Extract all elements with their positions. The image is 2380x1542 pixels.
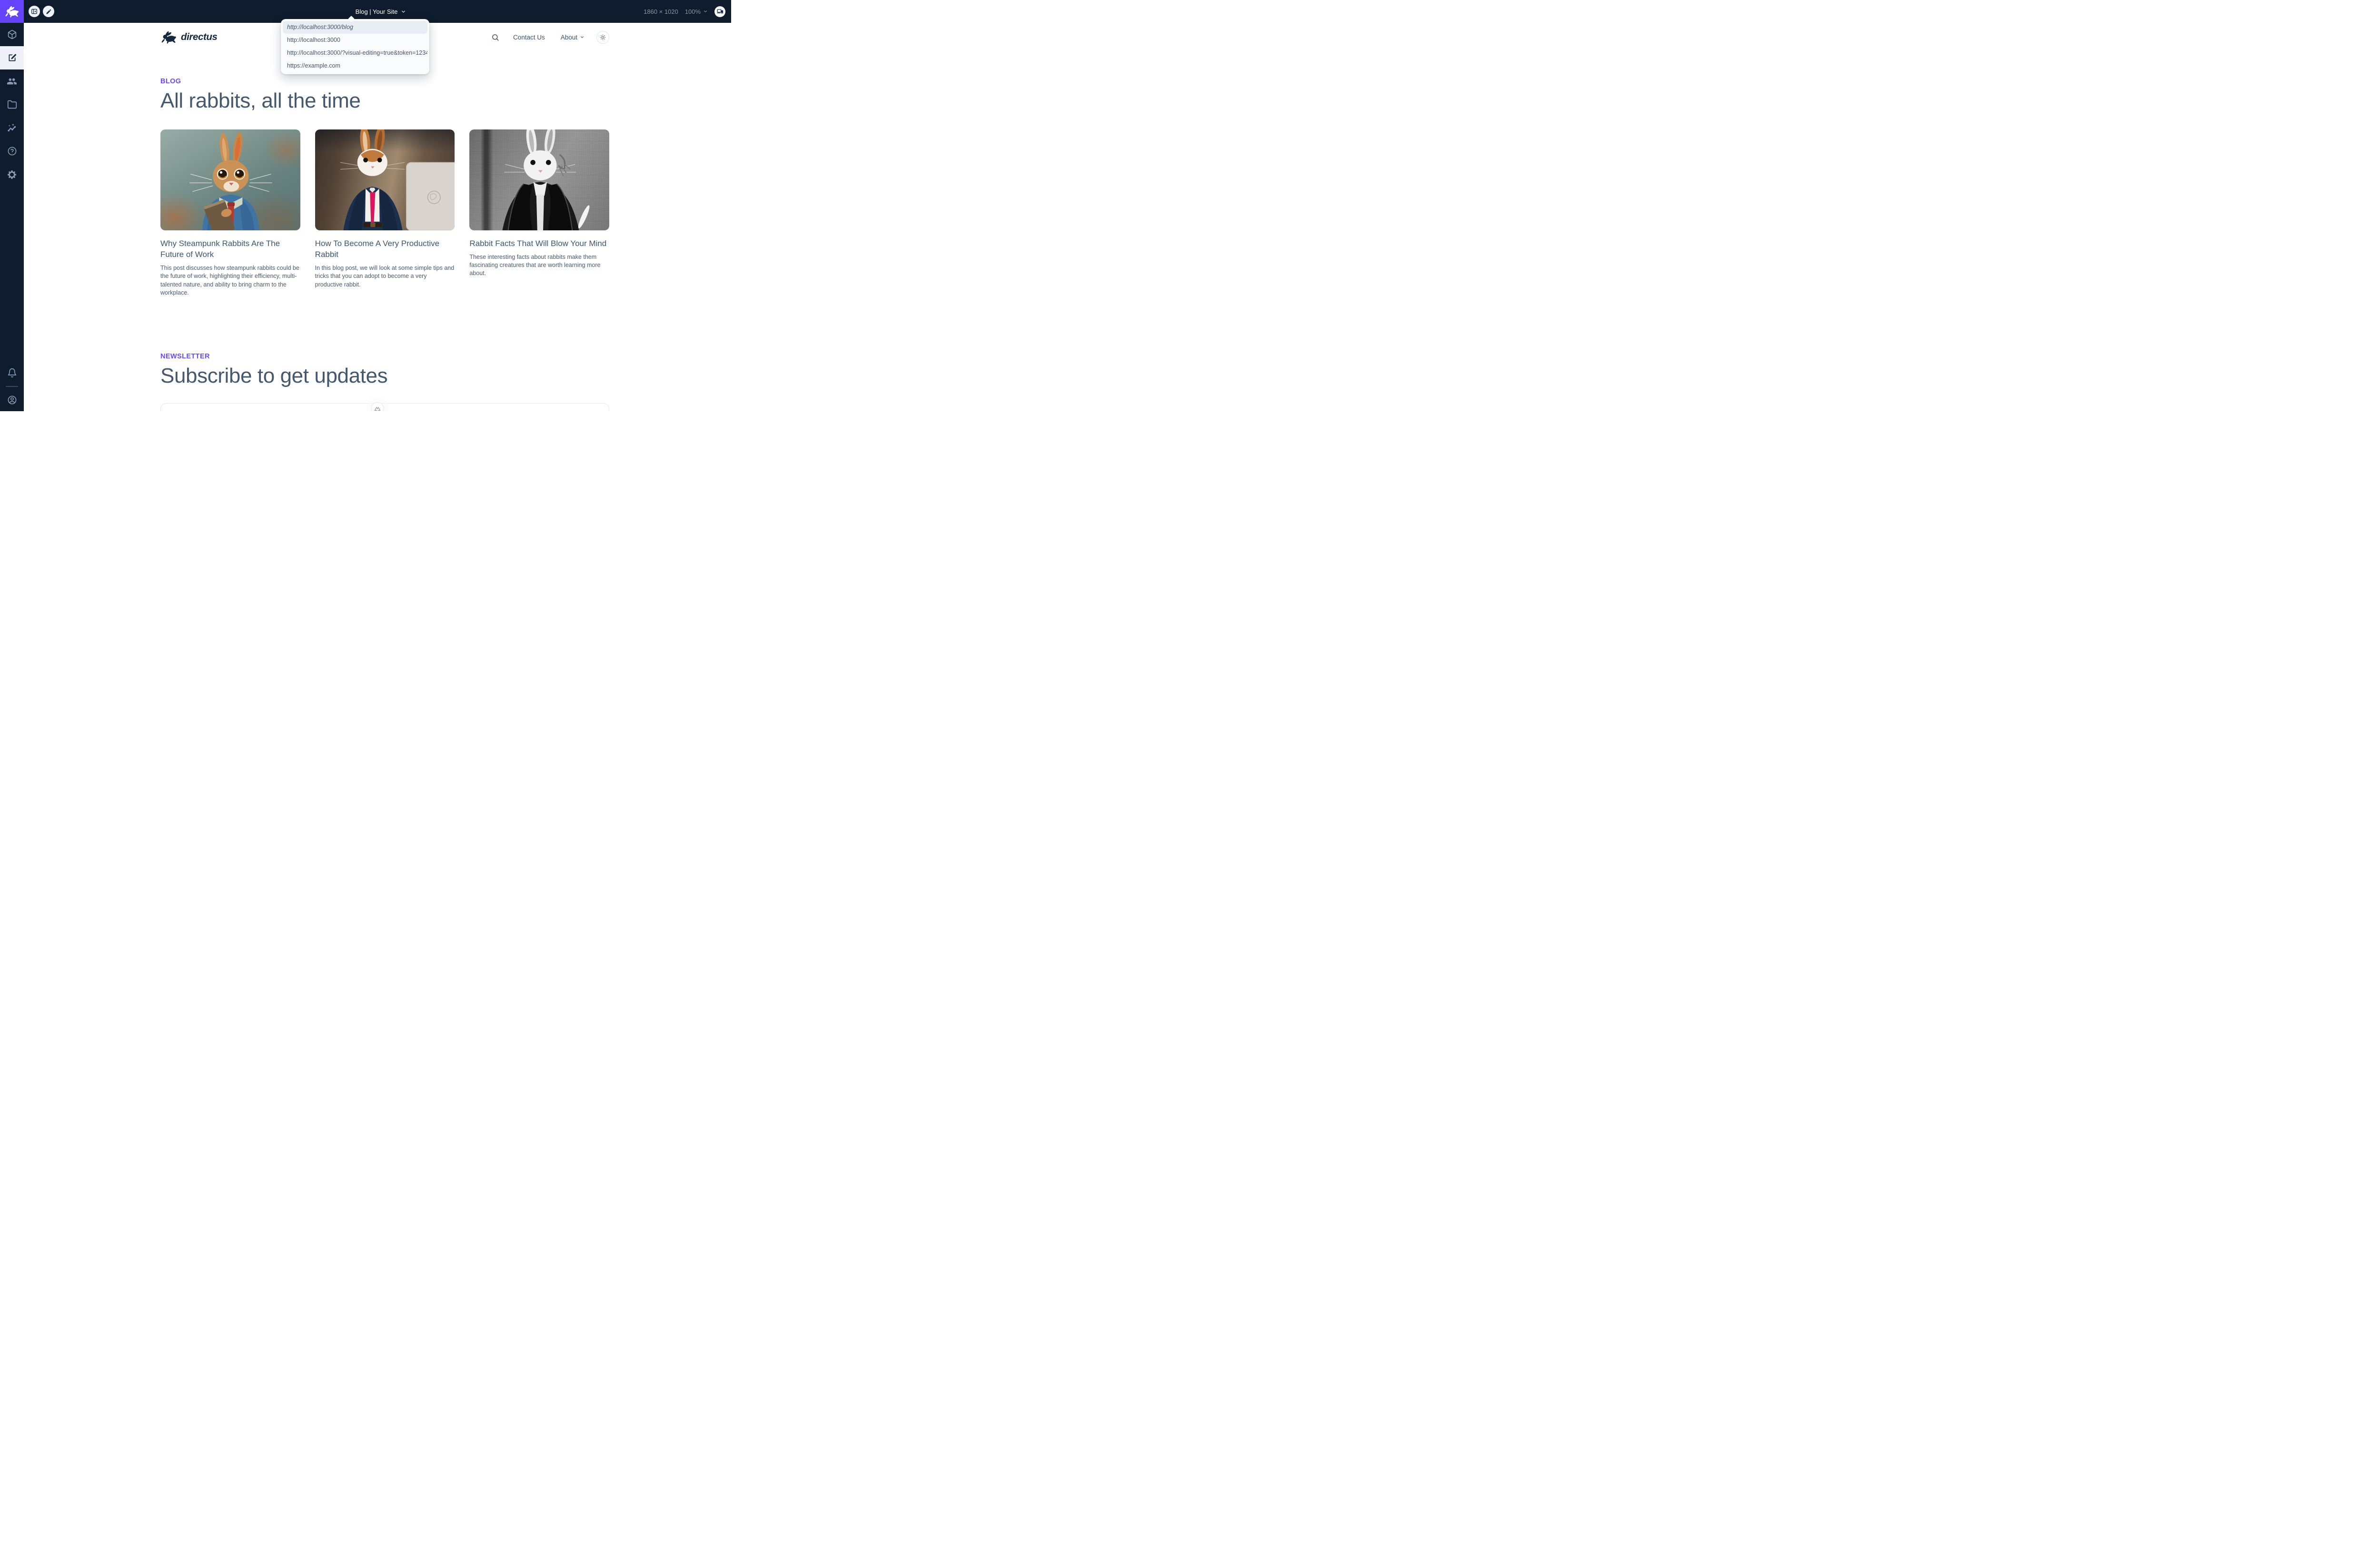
sidebar-item-content[interactable]	[0, 23, 24, 46]
pencil-icon	[46, 9, 52, 15]
zoom-select[interactable]: 100%	[685, 8, 708, 15]
chevron-down-icon	[580, 35, 585, 40]
url-menu-item[interactable]: http://localhost:3000/?visual-editing=tr…	[283, 47, 427, 59]
post-image-productive-rabbit	[315, 129, 455, 230]
url-menu-item[interactable]: https://example.com	[283, 59, 427, 72]
post-title: Why Steampunk Rabbits Are The Future of …	[160, 238, 300, 260]
nav-link-about[interactable]: About	[561, 34, 585, 41]
insights-icon	[7, 123, 17, 133]
site-nav: Contact Us About	[491, 31, 609, 44]
responsive-preview-button[interactable]	[714, 6, 725, 17]
bell-icon	[7, 368, 17, 378]
url-menu-item[interactable]: http://localhost:3000/blog	[283, 21, 427, 34]
folder-icon	[7, 99, 17, 109]
help-icon	[7, 146, 17, 156]
chevron-down-icon	[703, 9, 708, 14]
url-menu-item[interactable]: http://localhost:3000	[283, 34, 427, 47]
blog-post-card[interactable]: Why Steampunk Rabbits Are The Future of …	[160, 129, 300, 297]
business-rabbit-illustration	[315, 129, 455, 230]
users-icon	[7, 76, 17, 87]
edit-icon	[7, 53, 17, 63]
site-logo[interactable]: directus	[160, 30, 218, 44]
victorian-rabbit-illustration	[469, 129, 609, 230]
rabbit-logo-icon	[4, 5, 20, 18]
sidebar-item-help[interactable]	[0, 139, 24, 163]
topbar-right-controls: 1860 × 1020 100%	[644, 6, 731, 17]
sidebar-item-settings[interactable]	[0, 163, 24, 186]
post-description: These interesting facts about rabbits ma…	[469, 253, 609, 278]
nav-link-contact[interactable]: Contact Us	[513, 34, 545, 41]
sidebar-item-visual-editor[interactable]	[0, 46, 24, 69]
topbar-left-actions	[29, 6, 54, 17]
site-preview-viewport: directus Contact Us About	[24, 23, 731, 411]
newsletter-heading: Subscribe to get updates	[160, 365, 609, 387]
post-description: In this blog post, we will look at some …	[315, 264, 455, 289]
chevron-down-icon	[401, 9, 406, 14]
newsletter-eyebrow: NEWSLETTER	[160, 353, 609, 360]
blog-eyebrow: BLOG	[160, 78, 609, 85]
gear-icon	[7, 169, 17, 180]
sidebar-item-user-directory[interactable]	[0, 69, 24, 93]
sidebar-spacer	[0, 186, 24, 361]
panel-collapse-icon	[31, 8, 38, 15]
zoom-level: 100%	[685, 8, 701, 15]
search-button[interactable]	[491, 33, 499, 41]
theme-toggle-button[interactable]	[596, 31, 609, 44]
site-logo-text: directus	[181, 31, 218, 43]
newsletter-form: First Name *Required	[160, 403, 609, 411]
mountain-logo-icon	[374, 405, 381, 411]
post-title: Rabbit Facts That Will Blow Your Mind	[469, 238, 609, 249]
url-dropdown-menu: http://localhost:3000/blog http://localh…	[281, 19, 429, 74]
post-title: How To Become A Very Productive Rabbit	[315, 238, 455, 260]
blog-post-card[interactable]: How To Become A Very Productive Rabbit I…	[315, 129, 455, 297]
directus-logo-button[interactable]	[0, 0, 24, 23]
module-sidebar	[0, 0, 24, 411]
blog-heading: All rabbits, all the time	[160, 90, 609, 112]
sun-icon	[599, 34, 606, 41]
sidebar-divider	[6, 386, 18, 387]
sidebar-item-file-library[interactable]	[0, 93, 24, 116]
post-description: This post discusses how steampunk rabbit…	[160, 264, 300, 297]
post-image-steampunk-rabbit	[160, 129, 300, 230]
page-title: Blog | Your Site	[356, 8, 398, 15]
sidebar-item-notifications[interactable]	[0, 361, 24, 385]
box-icon	[7, 30, 17, 40]
devtools-badge[interactable]	[371, 402, 384, 411]
blog-post-grid: Why Steampunk Rabbits Are The Future of …	[160, 129, 609, 297]
sidebar-item-insights[interactable]	[0, 116, 24, 139]
blog-post-card[interactable]: Rabbit Facts That Will Blow Your Mind Th…	[469, 129, 609, 297]
steampunk-rabbit-illustration	[160, 129, 300, 230]
search-icon	[491, 33, 499, 41]
account-circle-icon	[7, 395, 17, 405]
post-image-rabbit-facts	[469, 129, 609, 230]
rabbit-logo-icon	[160, 30, 177, 44]
sidebar-item-account[interactable]	[0, 388, 24, 411]
directus-visual-editor-app: Blog | Your Site 1860 × 1020 100%	[0, 0, 731, 411]
edit-mode-button[interactable]	[43, 6, 54, 17]
viewport-dimensions: 1860 × 1020	[644, 8, 678, 15]
collapse-sidebar-button[interactable]	[29, 6, 40, 17]
devices-icon	[717, 8, 724, 15]
